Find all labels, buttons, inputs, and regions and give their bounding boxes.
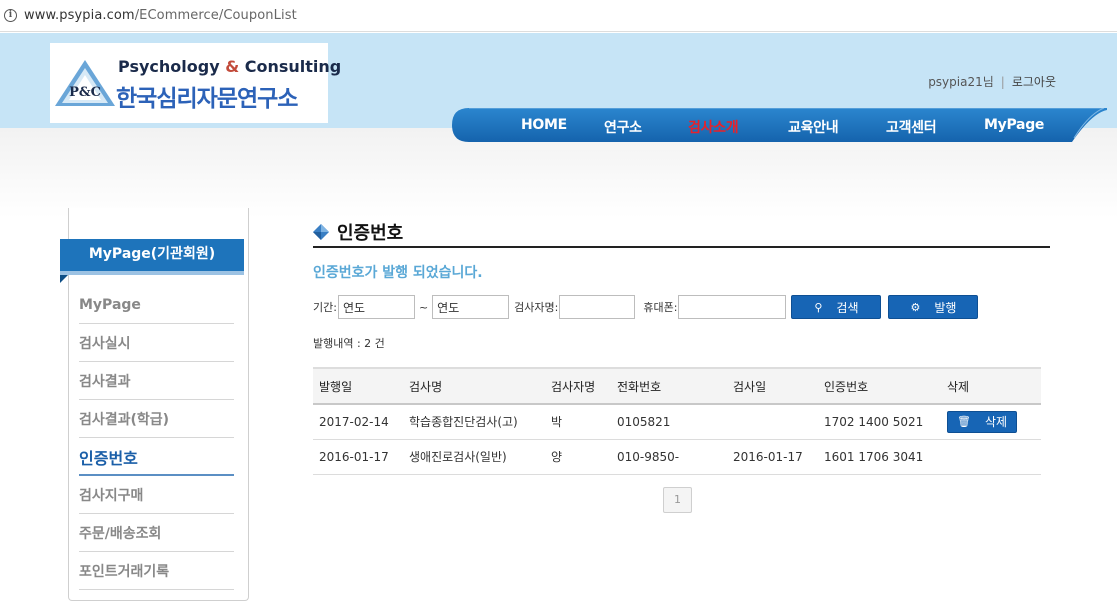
issue-count: 발행내역 : 2 건	[313, 337, 385, 350]
nav-test-intro[interactable]: 검사소개	[688, 117, 739, 137]
search-button-label: 검색	[836, 300, 859, 315]
col-phone: 전화번호	[611, 367, 727, 405]
cell-issued: 2017-02-14	[313, 404, 403, 440]
nav-customer-center[interactable]: 고객센터	[886, 117, 937, 137]
url-text[interactable]: www.psypia.com/ECommerce/CouponList	[24, 8, 297, 23]
table-row: 2016-01-17 생애진로검사(일반) 양 010-9850- 2016-0…	[313, 439, 1041, 475]
search-form: 기간: ~ 검사자명: 휴대폰: ⚲ 검색 ⚙ 발행	[313, 295, 1050, 319]
delete-button[interactable]: 🗑 삭제	[947, 410, 1017, 433]
sidebar-item-auth-code[interactable]: 인증번호	[79, 438, 234, 476]
logo-badge-text: P&C	[69, 85, 101, 100]
table-header-row: 발행일 검사명 검사자명 전화번호 검사일 인증번호 삭제	[313, 367, 1041, 405]
nav-home[interactable]: HOME	[521, 117, 567, 133]
col-issued-date: 발행일	[313, 367, 403, 405]
main-content: 인증번호 인증번호가 발행 되었습니다. 기간: ~ 검사자명: 휴대폰: ⚲ 검…	[313, 218, 1050, 475]
sidebar-title: MyPage(기관회원)	[60, 239, 244, 275]
diamond-bullet-icon	[313, 224, 329, 240]
url-host: www.psypia.com	[24, 8, 135, 23]
cell-issued: 2016-01-17	[313, 439, 403, 475]
sidebar-menu: MyPage 검사실시 검사결과 검사결과(학급) 인증번호 검사지구매 주문/…	[79, 286, 234, 590]
logo-en-psychology: Psychology	[118, 57, 220, 76]
browser-url-bar[interactable]: i www.psypia.com/ECommerce/CouponList	[0, 0, 1117, 32]
cell-delete	[941, 439, 1041, 475]
pagination-page[interactable]: 1	[663, 487, 692, 513]
info-icon[interactable]: i	[4, 9, 17, 22]
col-auth-code: 인증번호	[818, 367, 941, 405]
col-delete: 삭제	[941, 367, 1041, 405]
sidebar-item-take-test[interactable]: 검사실시	[79, 324, 234, 362]
user-area: psypia21님 | 로그아웃	[928, 73, 1056, 90]
logo-triangle-icon: P&C	[55, 60, 115, 106]
sidebar-title-fold	[60, 275, 68, 283]
cell-delete: 🗑 삭제	[941, 404, 1041, 440]
issue-button[interactable]: ⚙ 발행	[888, 295, 979, 319]
sidebar-item-buy-tests[interactable]: 검사지구매	[79, 476, 234, 514]
period-label: 기간:	[313, 301, 337, 314]
period-tilde: ~	[418, 300, 429, 314]
nav-mypage[interactable]: MyPage	[984, 117, 1044, 133]
issue-notice: 인증번호가 발행 되었습니다.	[313, 265, 483, 281]
nav-institute[interactable]: 연구소	[604, 117, 642, 137]
page-title-text: 인증번호	[337, 223, 404, 244]
examinee-input[interactable]	[559, 295, 636, 319]
sidebar-item-mypage[interactable]: MyPage	[79, 286, 234, 324]
period-to-input[interactable]	[432, 295, 510, 319]
cell-phone: 0105821	[611, 404, 727, 440]
cell-test: 생애진로검사(일반)	[403, 439, 545, 475]
col-examinee: 검사자명	[545, 367, 611, 405]
gear-icon: ⚙	[910, 300, 921, 314]
sidebar-item-class-results[interactable]: 검사결과(학급)	[79, 400, 234, 438]
page-title: 인증번호	[313, 218, 1050, 248]
cell-examinee: 박	[545, 404, 611, 440]
user-name: psypia21님	[928, 75, 994, 89]
table-row: 2017-02-14 학습종합진단검사(고) 박 0105821 1702 14…	[313, 404, 1041, 440]
sidebar-item-points[interactable]: 포인트거래기록	[79, 552, 234, 590]
logout-link[interactable]: 로그아웃	[1012, 73, 1056, 90]
logo-en-amp: &	[225, 57, 240, 76]
logo-english: Psychology & Consulting	[118, 57, 341, 76]
cell-test-date	[727, 404, 818, 440]
search-icon: ⚲	[814, 300, 823, 314]
period-from-input[interactable]	[337, 295, 415, 319]
coupon-table: 발행일 검사명 검사자명 전화번호 검사일 인증번호 삭제 2017-02-14…	[313, 367, 1041, 475]
cell-code: 1601 1706 3041	[818, 439, 941, 475]
trash-icon: 🗑	[956, 415, 971, 429]
user-separator: |	[1000, 74, 1005, 89]
examinee-label: 검사자명:	[514, 301, 559, 314]
cell-test: 학습종합진단검사(고)	[403, 404, 545, 440]
issue-button-label: 발행	[934, 300, 957, 315]
delete-button-label: 삭제	[984, 415, 1008, 430]
logo-en-consulting: Consulting	[244, 57, 342, 76]
col-test-date: 검사일	[727, 367, 818, 405]
cell-examinee: 양	[545, 439, 611, 475]
url-path: /ECommerce/CouponList	[134, 8, 297, 23]
phone-input[interactable]	[678, 295, 787, 319]
main-nav: HOME 연구소 검사소개 교육안내 고객센터 MyPage	[452, 108, 1107, 142]
phone-label: 휴대폰:	[643, 301, 678, 314]
nav-education[interactable]: 교육안내	[788, 117, 839, 137]
cell-code: 1702 1400 5021	[818, 404, 941, 440]
sidebar-item-orders[interactable]: 주문/배송조회	[79, 514, 234, 552]
site-logo[interactable]: P&C Psychology & Consulting 한국심리자문연구소	[50, 43, 341, 123]
col-test-name: 검사명	[403, 367, 545, 405]
cell-test-date: 2016-01-17	[727, 439, 818, 475]
logo-korean: 한국심리자문연구소	[116, 86, 298, 112]
search-button[interactable]: ⚲ 검색	[791, 295, 882, 319]
sidebar-item-results[interactable]: 검사결과	[79, 362, 234, 400]
cell-phone: 010-9850-	[611, 439, 727, 475]
